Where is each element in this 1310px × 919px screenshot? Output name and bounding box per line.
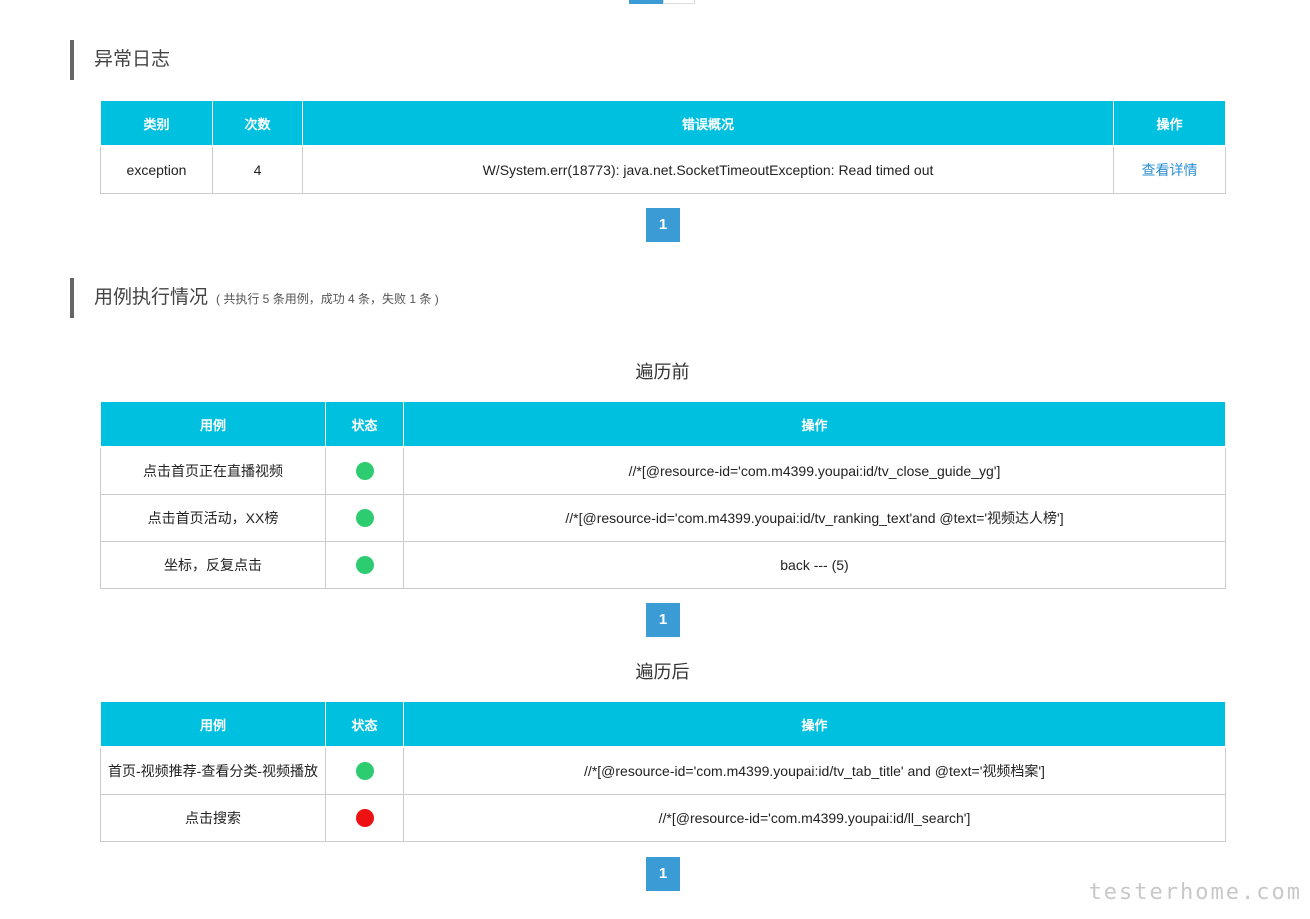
status-success-icon	[355, 509, 374, 528]
table-header-row: 用例 状态 操作	[100, 401, 1226, 448]
top-pager-active-page[interactable]	[629, 0, 663, 4]
table-header-row: 用例 状态 操作	[100, 701, 1226, 748]
case-operation: //*[@resource-id='com.m4399.youpai:id/tv…	[403, 746, 1226, 795]
case-name: 点击首页正在直播视频	[100, 446, 326, 495]
col-header-case: 用例	[100, 701, 326, 748]
case-status	[325, 541, 404, 589]
case-execution-title: 用例执行情况 ( 共执行 5 条用例，成功 4 条，失败 1 条 )	[70, 278, 439, 318]
after-traversal-page-button[interactable]: 1	[646, 857, 680, 891]
case-operation: //*[@resource-id='com.m4399.youpai:id/tv…	[403, 446, 1226, 495]
table-header-row: 类别 次数 错误概况 操作	[100, 100, 1226, 147]
case-operation: //*[@resource-id='com.m4399.youpai:id/tv…	[403, 494, 1226, 542]
table-row: 点击首页正在直播视频 //*[@resource-id='com.m4399.y…	[100, 446, 1226, 495]
case-operation: back --- (5)	[403, 541, 1226, 589]
case-operation: //*[@resource-id='com.m4399.youpai:id/ll…	[403, 794, 1226, 842]
before-traversal-table: 用例 状态 操作 点击首页正在直播视频 //*[@resource-id='co…	[100, 401, 1226, 589]
case-status	[325, 746, 404, 795]
col-header-action: 操作	[1113, 100, 1226, 147]
exception-log-page-button[interactable]: 1	[646, 208, 680, 242]
col-header-count: 次数	[212, 100, 303, 147]
col-header-operation: 操作	[403, 401, 1226, 448]
case-status	[325, 794, 404, 842]
after-traversal-heading: 遍历后	[635, 662, 690, 682]
case-name: 首页-视频推荐-查看分类-视频播放	[100, 746, 326, 795]
status-success-icon	[355, 462, 374, 481]
case-status	[325, 494, 404, 542]
exception-log-title: 异常日志	[70, 40, 170, 80]
case-execution-title-text: 用例执行情况	[94, 287, 209, 308]
status-success-icon	[355, 762, 374, 781]
case-execution-summary: ( 共执行 5 条用例，成功 4 条，失败 1 条 )	[216, 292, 439, 306]
exception-category: exception	[100, 145, 213, 194]
case-name: 坐标，反复点击	[100, 541, 326, 589]
table-row: 点击首页活动，XX榜 //*[@resource-id='com.m4399.y…	[100, 494, 1226, 542]
watermark: testerhome.com	[1088, 880, 1302, 905]
after-traversal-table: 用例 状态 操作 首页-视频推荐-查看分类-视频播放 //*[@resource…	[100, 701, 1226, 842]
table-row: 首页-视频推荐-查看分类-视频播放 //*[@resource-id='com.…	[100, 746, 1226, 795]
col-header-summary: 错误概况	[302, 100, 1114, 147]
status-success-icon	[355, 556, 374, 575]
case-name: 点击首页活动，XX榜	[100, 494, 326, 542]
exception-log-table: 类别 次数 错误概况 操作 exception 4 W/System.err(1…	[100, 100, 1226, 194]
col-header-case: 用例	[100, 401, 326, 448]
col-header-category: 类别	[100, 100, 213, 147]
status-fail-icon	[355, 809, 374, 828]
before-traversal-heading: 遍历前	[635, 362, 690, 382]
table-row: 坐标，反复点击 back --- (5)	[100, 541, 1226, 589]
table-row: exception 4 W/System.err(18773): java.ne…	[100, 145, 1226, 194]
col-header-status: 状态	[325, 401, 404, 448]
top-pager-next-page[interactable]	[663, 0, 695, 4]
top-pager	[629, 0, 695, 5]
view-details-link[interactable]: 查看详情	[1113, 145, 1226, 194]
before-traversal-page-button[interactable]: 1	[646, 603, 680, 637]
col-header-operation: 操作	[403, 701, 1226, 748]
case-name: 点击搜索	[100, 794, 326, 842]
table-row: 点击搜索 //*[@resource-id='com.m4399.youpai:…	[100, 794, 1226, 842]
exception-count: 4	[212, 145, 303, 194]
col-header-status: 状态	[325, 701, 404, 748]
exception-log-title-text: 异常日志	[94, 49, 171, 70]
exception-summary: W/System.err(18773): java.net.SocketTime…	[302, 145, 1114, 194]
case-status	[325, 446, 404, 495]
